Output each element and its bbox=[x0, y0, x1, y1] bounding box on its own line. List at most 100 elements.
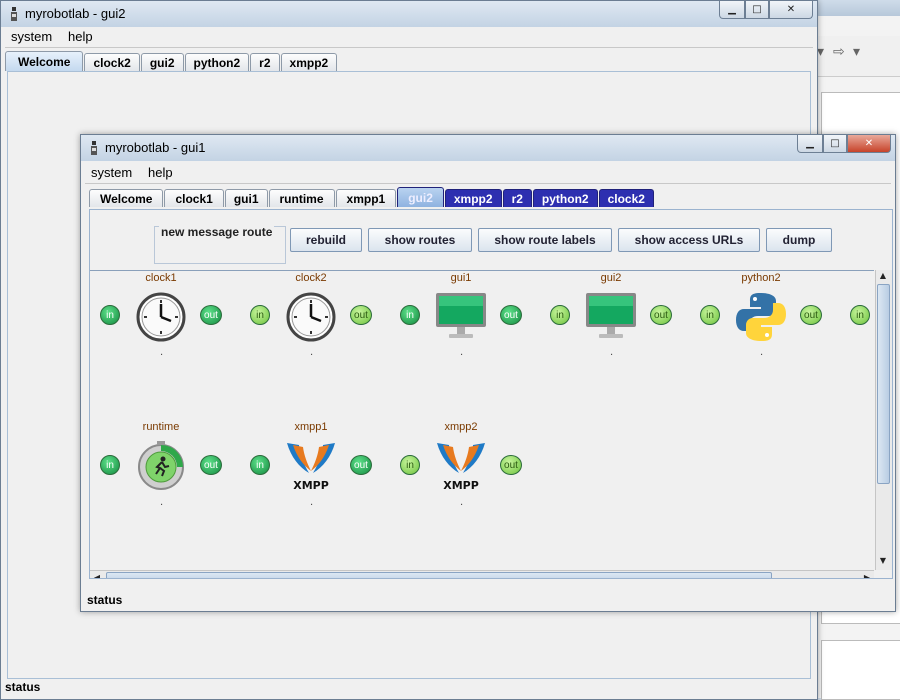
gui2-status: status bbox=[5, 680, 41, 694]
gui1-title: myrobotlab - gui1 bbox=[105, 140, 206, 155]
gui1-tabs: Welcome clock1 gui1 runtime xmpp1 gui2 x… bbox=[89, 187, 891, 207]
tab-gui2[interactable]: gui2 bbox=[140, 53, 184, 71]
editor-bottom-pane bbox=[821, 640, 900, 700]
port-in-xmpp2[interactable]: in bbox=[400, 455, 420, 475]
port-out-python2[interactable]: out bbox=[800, 305, 822, 325]
gui1-menubar: system help bbox=[85, 163, 891, 184]
gui2-menubar: system help bbox=[5, 27, 813, 48]
service-name-clock2: clock2 bbox=[295, 272, 327, 284]
minimize-button[interactable]: ▁ bbox=[797, 135, 823, 153]
vertical-scroll-thumb[interactable] bbox=[877, 284, 890, 484]
scroll-up-icon[interactable]: ▲ bbox=[876, 271, 890, 280]
tab-xmpp2-remote[interactable]: xmpp2 bbox=[444, 189, 502, 207]
maximize-button[interactable]: □ bbox=[745, 1, 769, 19]
tab-xmpp2[interactable]: xmpp2 bbox=[280, 53, 338, 71]
tab-python2-remote[interactable]: python2 bbox=[532, 189, 598, 207]
horizontal-scroll-thumb[interactable] bbox=[106, 572, 772, 578]
tab-clock1[interactable]: clock1 bbox=[164, 189, 224, 207]
service-dot: . bbox=[460, 347, 464, 358]
port-out-clock1[interactable]: out bbox=[200, 305, 222, 325]
tab-python2[interactable]: python2 bbox=[184, 53, 250, 71]
gui2-tabs: Welcome clock2 gui2 python2 r2 xmpp2 bbox=[5, 51, 813, 71]
port-out-gui1[interactable]: out bbox=[500, 305, 522, 325]
menu-system[interactable]: system bbox=[85, 163, 132, 180]
tab-r2-remote[interactable]: r2 bbox=[502, 189, 532, 207]
tab-runtime[interactable]: runtime bbox=[268, 189, 335, 207]
clock-icon[interactable] bbox=[135, 291, 187, 343]
forward-arrow-icon[interactable]: ⇨ bbox=[833, 44, 845, 60]
maximize-icon: □ bbox=[830, 138, 840, 149]
port-in-clock1[interactable]: in bbox=[100, 305, 120, 325]
scroll-right-icon[interactable]: ▶ bbox=[860, 573, 874, 578]
vertical-scrollbar[interactable]: ▲ ▼ bbox=[875, 270, 892, 570]
chevron-down-icon[interactable]: ▾ bbox=[817, 44, 824, 60]
xmpp-icon[interactable]: XMPP bbox=[435, 439, 487, 491]
service-graph[interactable]: clock1 in out . clock2 in out . gui1 in bbox=[90, 270, 874, 571]
rebuild-button[interactable]: rebuild bbox=[290, 228, 362, 252]
route-label: new message route bbox=[159, 225, 275, 239]
minimize-button[interactable]: ▁ bbox=[719, 1, 745, 19]
gui2-titlebar: myrobotlab - gui2 ▁ □ ✕ bbox=[1, 1, 817, 27]
port-in-gui1[interactable]: in bbox=[400, 305, 420, 325]
service-dot: . bbox=[160, 347, 164, 358]
port-in-r2[interactable]: in bbox=[850, 305, 870, 325]
service-dot: . bbox=[310, 497, 314, 508]
maximize-button[interactable]: □ bbox=[823, 135, 847, 153]
svg-text:XMPP: XMPP bbox=[293, 479, 329, 491]
port-in-runtime[interactable]: in bbox=[100, 455, 120, 475]
monitor-icon[interactable] bbox=[585, 291, 637, 343]
show-route-labels-button[interactable]: show route labels bbox=[478, 228, 612, 252]
show-routes-button[interactable]: show routes bbox=[368, 228, 472, 252]
tab-clock2-remote[interactable]: clock2 bbox=[598, 189, 654, 207]
close-button[interactable]: ✕ bbox=[769, 1, 813, 19]
gui1-titlebar: myrobotlab - gui1 ▁ □ ✕ bbox=[81, 135, 895, 161]
horizontal-scrollbar[interactable]: ◀ ▶ bbox=[90, 570, 874, 578]
show-access-urls-button[interactable]: show access URLs bbox=[618, 228, 760, 252]
robot-app-icon bbox=[91, 141, 97, 155]
port-out-gui2[interactable]: out bbox=[650, 305, 672, 325]
minimize-icon: ▁ bbox=[806, 138, 814, 149]
scroll-left-icon[interactable]: ◀ bbox=[90, 573, 104, 578]
scroll-down-icon[interactable]: ▼ bbox=[876, 556, 890, 565]
service-name-runtime: runtime bbox=[142, 421, 180, 433]
tab-r2[interactable]: r2 bbox=[250, 53, 280, 71]
svg-text:XMPP: XMPP bbox=[443, 479, 479, 491]
port-in-python2[interactable]: in bbox=[700, 305, 720, 325]
gui1-window: myrobotlab - gui1 ▁ □ ✕ system help Welc… bbox=[80, 134, 896, 612]
robot-app-icon bbox=[11, 7, 17, 21]
tab-welcome[interactable]: Welcome bbox=[5, 51, 84, 71]
xmpp-icon[interactable]: XMPP bbox=[285, 439, 337, 491]
tab-welcome[interactable]: Welcome bbox=[89, 189, 164, 207]
tab-gui1[interactable]: gui1 bbox=[224, 189, 268, 207]
port-in-gui2[interactable]: in bbox=[550, 305, 570, 325]
clock-icon[interactable] bbox=[285, 291, 337, 343]
port-out-xmpp2[interactable]: out bbox=[500, 455, 522, 475]
gui2-service-panel: new message route rebuild show routes sh… bbox=[89, 209, 893, 579]
service-name-xmpp2: xmpp2 bbox=[444, 421, 478, 433]
close-button[interactable]: ✕ bbox=[847, 135, 891, 153]
port-out-runtime[interactable]: out bbox=[200, 455, 222, 475]
service-name-python2: python2 bbox=[741, 272, 781, 284]
monitor-icon[interactable] bbox=[435, 291, 487, 343]
port-in-xmpp1[interactable]: in bbox=[250, 455, 270, 475]
close-icon: ✕ bbox=[786, 4, 796, 15]
port-in-clock2[interactable]: in bbox=[250, 305, 270, 325]
new-message-route-box: new message route bbox=[154, 225, 286, 264]
maximize-icon: □ bbox=[752, 4, 762, 15]
editor-toolbar: ▾ ⇨ ▾ bbox=[811, 36, 900, 77]
menu-system[interactable]: system bbox=[5, 27, 52, 44]
service-dot: . bbox=[160, 497, 164, 508]
python-icon[interactable] bbox=[735, 291, 787, 343]
tab-clock2[interactable]: clock2 bbox=[84, 53, 140, 71]
port-out-xmpp1[interactable]: out bbox=[350, 455, 372, 475]
dump-button[interactable]: dump bbox=[766, 228, 832, 252]
port-out-clock2[interactable]: out bbox=[350, 305, 372, 325]
runtime-icon[interactable] bbox=[135, 439, 187, 491]
service-name-xmpp1: xmpp1 bbox=[294, 421, 328, 433]
menu-help[interactable]: help bbox=[142, 163, 173, 180]
tab-gui2-remote[interactable]: gui2 bbox=[397, 187, 444, 207]
menu-help[interactable]: help bbox=[62, 27, 93, 44]
tab-xmpp1[interactable]: xmpp1 bbox=[335, 189, 397, 207]
minimize-icon: ▁ bbox=[728, 4, 736, 15]
chevron-down-icon-2[interactable]: ▾ bbox=[853, 44, 860, 60]
